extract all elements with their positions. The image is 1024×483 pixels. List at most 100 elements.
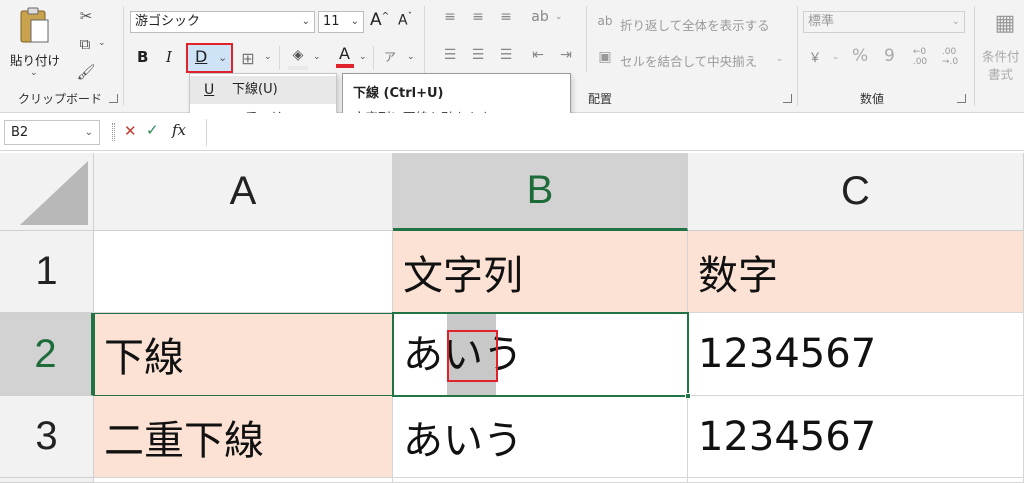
format-painter-icon[interactable]: 🖌 xyxy=(76,62,96,82)
number-group-label: 数値 xyxy=(860,92,885,106)
spreadsheet-grid: A B C 1 2 3 文字列 数字 下線 1234567 二重下線 あいう 1… xyxy=(0,153,1024,483)
currency-icon[interactable]: ￥ xyxy=(804,46,826,66)
font-size-select[interactable]: 11 ⌄ xyxy=(318,11,364,33)
chevron-down-icon[interactable]: ⌄ xyxy=(832,52,840,62)
underline-button[interactable]: D ⌄ xyxy=(186,43,233,73)
percent-button[interactable]: % xyxy=(852,46,868,66)
conditional-format-label-2[interactable]: 書式 xyxy=(988,64,1013,83)
cell-b3[interactable]: あいう xyxy=(393,396,688,478)
font-color-bar xyxy=(336,64,354,68)
border-icon[interactable]: ⊞ xyxy=(238,48,258,68)
cell-c1[interactable]: 数字 xyxy=(688,231,1024,313)
font-color-button[interactable]: A xyxy=(334,44,356,70)
chevron-down-icon: ⌄ xyxy=(84,127,93,138)
chevron-down-icon[interactable]: ⌄ xyxy=(98,38,106,48)
clipboard-launcher-icon[interactable] xyxy=(109,94,118,103)
divider xyxy=(797,6,798,106)
align-center-icon[interactable]: ☰ xyxy=(468,46,488,64)
cell-a3[interactable]: 二重下線 xyxy=(94,396,393,478)
chevron-down-icon[interactable]: ⌄ xyxy=(313,52,321,62)
active-cell-border xyxy=(392,312,689,397)
fill-color-bar xyxy=(288,66,308,70)
decrease-indent-icon[interactable]: ⇤ xyxy=(528,46,548,64)
select-all-corner[interactable] xyxy=(0,153,94,231)
align-right-icon[interactable]: ☰ xyxy=(496,46,516,64)
menu-item-label: 下線(U) xyxy=(232,82,278,97)
align-bottom-icon[interactable]: ≡ xyxy=(496,8,516,26)
divider xyxy=(974,6,975,106)
cell-b1[interactable]: 文字列 xyxy=(393,231,688,313)
comma-button[interactable]: 9 xyxy=(884,46,895,66)
divider xyxy=(586,6,587,72)
column-header-c[interactable]: C xyxy=(688,153,1024,231)
chevron-down-icon[interactable]: ⌄ xyxy=(407,52,415,62)
number-format-select[interactable]: 標準 ⌄ xyxy=(803,11,965,33)
font-color-glyph: A xyxy=(339,44,350,63)
phonetic-icon[interactable]: ア xyxy=(380,44,400,68)
select-all-triangle-icon xyxy=(20,161,88,225)
conditional-format-label[interactable]: 条件付 xyxy=(982,46,1020,65)
chevron-down-icon[interactable]: ⌄ xyxy=(776,54,784,64)
copy-icon[interactable]: ⧉ xyxy=(74,34,96,54)
paste-label: 貼り付け xyxy=(10,53,61,68)
row-header-4[interactable] xyxy=(0,478,94,483)
cell-c3[interactable]: 1234567 xyxy=(688,396,1024,478)
increase-decimal-icon[interactable]: ←0.00 xyxy=(908,44,932,70)
bold-button[interactable]: B xyxy=(137,48,148,66)
clipboard-group-label: クリップボード xyxy=(18,92,103,106)
wrap-text-button[interactable]: 折り返して全体を表示する xyxy=(620,15,770,34)
fill-color-icon[interactable]: ◈ xyxy=(287,44,309,66)
formula-bar: B2 ⌄ ✕ ✓ fx xyxy=(0,113,1024,151)
paste-button[interactable]: 貼り付け ⌄ xyxy=(10,6,62,82)
row-header-2[interactable]: 2 xyxy=(0,313,94,396)
insert-function-button[interactable]: fx xyxy=(172,121,186,139)
wrap-text-icon[interactable]: ab xyxy=(596,12,614,30)
merge-center-icon[interactable]: ▣ xyxy=(596,48,614,66)
align-middle-icon[interactable]: ≡ xyxy=(468,8,488,26)
conditional-format-icon[interactable]: ▦ xyxy=(990,8,1020,38)
align-top-icon[interactable]: ≡ xyxy=(440,8,460,26)
underline-icon: U xyxy=(204,82,215,98)
enter-icon[interactable]: ✓ xyxy=(146,121,159,139)
italic-button[interactable]: I xyxy=(166,48,172,66)
row-header-3[interactable]: 3 xyxy=(0,396,94,478)
decrease-decimal-icon[interactable]: .00 →.0 xyxy=(938,44,962,70)
cell-a4[interactable] xyxy=(94,478,393,483)
chevron-down-icon: ⌄ xyxy=(218,51,228,64)
increase-indent-icon[interactable]: ⇥ xyxy=(556,46,576,64)
cancel-icon[interactable]: ✕ xyxy=(124,122,137,140)
grow-font-button[interactable]: A^ xyxy=(370,10,389,30)
divider xyxy=(112,123,115,141)
chevron-down-icon[interactable]: ⌄ xyxy=(359,52,367,62)
cell-c2[interactable]: 1234567 xyxy=(688,313,1024,396)
font-name-select[interactable]: 游ゴシック ⌄ xyxy=(130,11,315,33)
tooltip-title: 下線 (Ctrl+U) xyxy=(353,86,444,101)
font-name-value: 游ゴシック xyxy=(135,14,201,29)
fill-handle[interactable] xyxy=(685,393,691,399)
cut-icon[interactable]: ✂ xyxy=(76,6,96,26)
divider xyxy=(373,46,374,70)
chevron-down-icon[interactable]: ⌄ xyxy=(555,12,563,22)
column-header-a[interactable]: A xyxy=(94,153,393,231)
shrink-font-button[interactable]: Aˇ xyxy=(398,12,412,29)
column-header-b[interactable]: B xyxy=(393,153,688,231)
cell-c4[interactable] xyxy=(688,478,1024,483)
underline-glyph: D xyxy=(195,47,208,66)
name-box[interactable]: B2 ⌄ xyxy=(4,120,100,145)
chevron-down-icon: ⌄ xyxy=(951,16,960,27)
chevron-down-icon: ⌄ xyxy=(301,16,310,27)
name-box-value: B2 xyxy=(11,125,29,140)
shrink-font-glyph: A xyxy=(398,12,408,29)
row-header-1[interactable]: 1 xyxy=(0,231,94,313)
orientation-icon[interactable]: ab xyxy=(530,8,550,26)
alignment-launcher-icon[interactable] xyxy=(783,94,792,103)
chevron-down-icon[interactable]: ⌄ xyxy=(264,52,272,62)
cell-b4[interactable] xyxy=(393,478,688,483)
row-2-outline xyxy=(94,313,393,396)
number-launcher-icon[interactable] xyxy=(957,94,966,103)
formula-input[interactable] xyxy=(206,119,1021,146)
cell-a1[interactable] xyxy=(94,231,393,313)
align-left-icon[interactable]: ☰ xyxy=(440,46,460,64)
merge-center-button[interactable]: セルを結合して中央揃え xyxy=(620,51,757,70)
menu-item-underline[interactable]: U 下線(U) xyxy=(190,76,336,104)
